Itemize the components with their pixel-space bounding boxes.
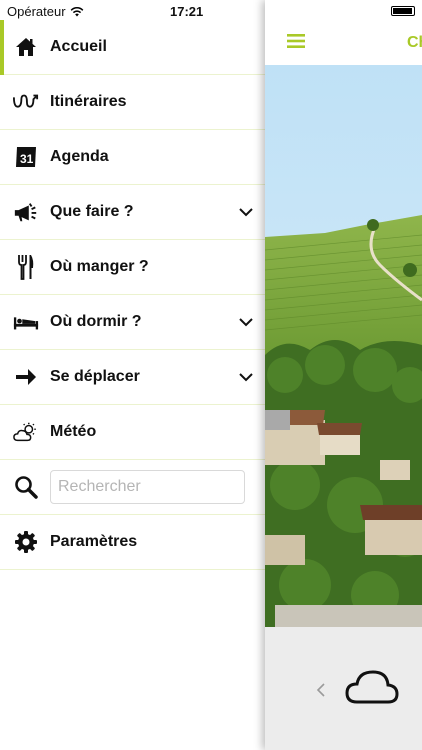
menu-label: Où dormir ? [50, 313, 142, 330]
menu-label: Accueil [50, 38, 107, 55]
menu-item-search: Rechercher [0, 460, 265, 515]
route-icon [13, 89, 39, 115]
menu-item-accueil[interactable]: Accueil [0, 20, 265, 75]
menu-label: Où manger ? [50, 258, 149, 275]
main-panel[interactable]: Ch [265, 0, 422, 750]
side-menu: Accueil Itinéraires 31 Agenda Que faire … [0, 20, 265, 750]
hero-landscape-image [265, 65, 422, 627]
menu-item-que-faire[interactable]: Que faire ? [0, 185, 265, 240]
calendar-day: 31 [20, 152, 34, 166]
menu-label: Météo [50, 423, 97, 440]
weather-widget [265, 627, 422, 750]
chevron-down-icon[interactable] [238, 371, 254, 383]
carrier-label: Opérateur [7, 4, 66, 19]
carrier: Opérateur [7, 4, 84, 19]
menu-label: Agenda [50, 148, 109, 165]
menu-label: Que faire ? [50, 203, 134, 220]
search-input[interactable]: Rechercher [50, 470, 245, 504]
menu-item-ou-dormir[interactable]: Où dormir ? [0, 295, 265, 350]
status-bar: Opérateur 17:21 [0, 0, 422, 22]
weather-icon [13, 419, 39, 445]
menu-item-parametres[interactable]: Paramètres [0, 515, 265, 570]
menu-item-ou-manger[interactable]: Où manger ? [0, 240, 265, 295]
fork-knife-icon [13, 254, 39, 280]
hamburger-menu-icon[interactable] [287, 33, 305, 49]
active-indicator [0, 20, 4, 75]
status-time: 17:21 [170, 4, 204, 19]
chevron-down-icon[interactable] [238, 316, 254, 328]
menu-label: Se déplacer [50, 368, 140, 385]
search-placeholder: Rechercher [58, 478, 141, 495]
home-icon [13, 34, 39, 60]
menu-item-itineraires[interactable]: Itinéraires [0, 75, 265, 130]
cloud-icon [345, 670, 399, 704]
menu-label: Itinéraires [50, 93, 127, 110]
menu-item-meteo[interactable]: Météo [0, 405, 265, 460]
megaphone-icon [13, 199, 39, 225]
bed-icon [13, 309, 39, 335]
menu-item-se-deplacer[interactable]: Se déplacer [0, 350, 265, 405]
gear-icon [13, 529, 39, 555]
chevron-down-icon[interactable] [238, 206, 254, 218]
chevron-left-icon[interactable] [315, 682, 327, 698]
wifi-icon [70, 6, 83, 16]
arrow-right-icon [13, 364, 39, 390]
calendar-icon: 31 [13, 144, 39, 170]
menu-item-agenda[interactable]: 31 Agenda [0, 130, 265, 185]
page-title: Ch [407, 34, 422, 51]
search-icon[interactable] [13, 474, 39, 500]
menu-label: Paramètres [50, 533, 138, 550]
